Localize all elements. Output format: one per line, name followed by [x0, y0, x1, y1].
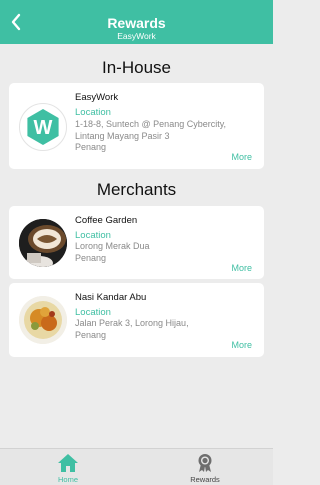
coffee-photo — [19, 219, 67, 267]
merchant-name: EasyWork — [75, 92, 119, 103]
address-line-2: Lintang Mayang Pasir 3 — [75, 130, 170, 141]
tab-home-label: Home — [57, 475, 78, 484]
address-line-1: Lorong Merak Dua — [75, 241, 150, 251]
tab-rewards-label: Rewards — [190, 475, 220, 484]
section-title-in-house: In-House — [102, 58, 171, 77]
home-icon — [58, 454, 78, 472]
tab-rewards[interactable]: Rewards — [137, 449, 273, 485]
address-line-2: Penang — [75, 329, 107, 340]
address: 1-18-8, Suntech @ Penang Cybercity, Lint… — [75, 119, 256, 154]
merchant-card-nasi-kandar-abu[interactable]: Nasi Kandar Abu Location Jalan Perak 3, … — [9, 283, 264, 357]
address: Jalan Perak 3, Lorong Hijau, Penang — [75, 318, 256, 341]
address-line-1: 1-18-8, Suntech @ Penang Cybercity, — [75, 119, 227, 129]
in-house-card[interactable]: W EasyWork Location 1-18-8, Suntech @ Pe… — [9, 83, 264, 169]
section-title-merchants: Merchants — [96, 180, 177, 199]
nasi-kandar-photo — [19, 296, 67, 344]
easywork-logo: W — [19, 103, 67, 151]
location-label: Location — [75, 107, 111, 118]
more-link[interactable]: More — [231, 152, 252, 162]
more-link[interactable]: More — [231, 263, 252, 273]
address-line-2: Penang — [75, 252, 107, 263]
location-label: Location — [75, 307, 111, 318]
address-line-1: Jalan Perak 3, Lorong Hijau, — [75, 318, 189, 328]
merchant-name: Nasi Kandar Abu — [75, 292, 147, 303]
address-line-3: Penang — [75, 142, 107, 152]
page-title: Rewards — [107, 15, 166, 31]
page-subtitle: EasyWork — [117, 31, 156, 41]
logo-letter: W — [34, 117, 53, 139]
merchant-name: Coffee Garden — [75, 215, 138, 226]
tab-bar: Home Rewards — [0, 448, 273, 485]
medal-icon — [198, 454, 212, 472]
header-bar: Rewards EasyWork — [0, 0, 273, 44]
tab-home[interactable]: Home — [0, 449, 136, 485]
address: Lorong Merak Dua Penang — [75, 241, 256, 264]
merchant-card-coffee-garden[interactable]: Coffee Garden Location Lorong Merak Dua … — [9, 206, 264, 279]
more-link[interactable]: More — [231, 340, 252, 350]
location-label: Location — [75, 230, 111, 241]
